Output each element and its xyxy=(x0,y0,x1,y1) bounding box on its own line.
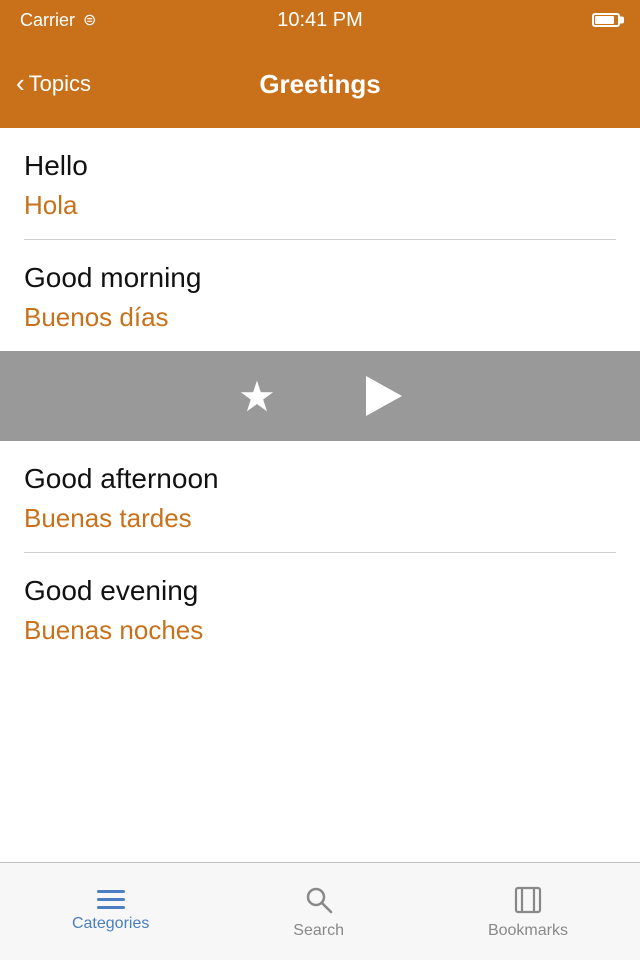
tab-search[interactable]: Search xyxy=(273,876,364,948)
tab-categories[interactable]: Categories xyxy=(52,882,169,941)
tab-search-label: Search xyxy=(293,922,344,940)
status-left: Carrier ⊜ xyxy=(20,10,96,31)
status-right xyxy=(592,13,620,27)
status-bar: Carrier ⊜ 10:41 PM xyxy=(0,0,640,40)
bookmark-star-button[interactable]: ★ xyxy=(238,372,276,421)
nav-bar: ‹ Topics Greetings xyxy=(0,40,640,128)
back-chevron-icon: ‹ xyxy=(16,70,25,96)
phrase-spanish: Buenas tardes xyxy=(24,503,616,534)
bookmarks-icon xyxy=(512,884,544,916)
action-bar: ★ xyxy=(0,351,640,441)
phrase-english: Good evening xyxy=(24,575,616,607)
phrase-spanish: Hola xyxy=(24,190,616,221)
list-item[interactable]: Good evening Buenas noches xyxy=(0,553,640,664)
back-label: Topics xyxy=(29,71,91,97)
tab-bookmarks-label: Bookmarks xyxy=(488,922,568,940)
wifi-icon: ⊜ xyxy=(83,10,96,30)
tab-categories-label: Categories xyxy=(72,915,149,933)
status-time: 10:41 PM xyxy=(277,9,363,32)
phrase-spanish: Buenos días xyxy=(24,302,616,333)
list-item[interactable]: Hello Hola xyxy=(0,128,640,239)
tab-bar: Categories Search Bookmarks xyxy=(0,862,640,960)
categories-icon xyxy=(97,890,125,909)
play-button[interactable] xyxy=(366,376,402,416)
phrase-english: Good afternoon xyxy=(24,463,616,495)
back-button[interactable]: ‹ Topics xyxy=(16,71,91,97)
list-item[interactable]: Good morning Buenos días xyxy=(0,240,640,351)
search-icon xyxy=(303,884,335,916)
content-area: Hello Hola Good morning Buenos días ★ Go… xyxy=(0,128,640,862)
carrier-text: Carrier xyxy=(20,10,75,31)
phrase-spanish: Buenas noches xyxy=(24,615,616,646)
battery-icon xyxy=(592,13,620,27)
phrase-english: Good morning xyxy=(24,262,616,294)
list-item[interactable]: Good afternoon Buenas tardes xyxy=(0,441,640,552)
tab-bookmarks[interactable]: Bookmarks xyxy=(468,876,588,948)
phrase-english: Hello xyxy=(24,150,616,182)
page-title: Greetings xyxy=(259,69,380,100)
